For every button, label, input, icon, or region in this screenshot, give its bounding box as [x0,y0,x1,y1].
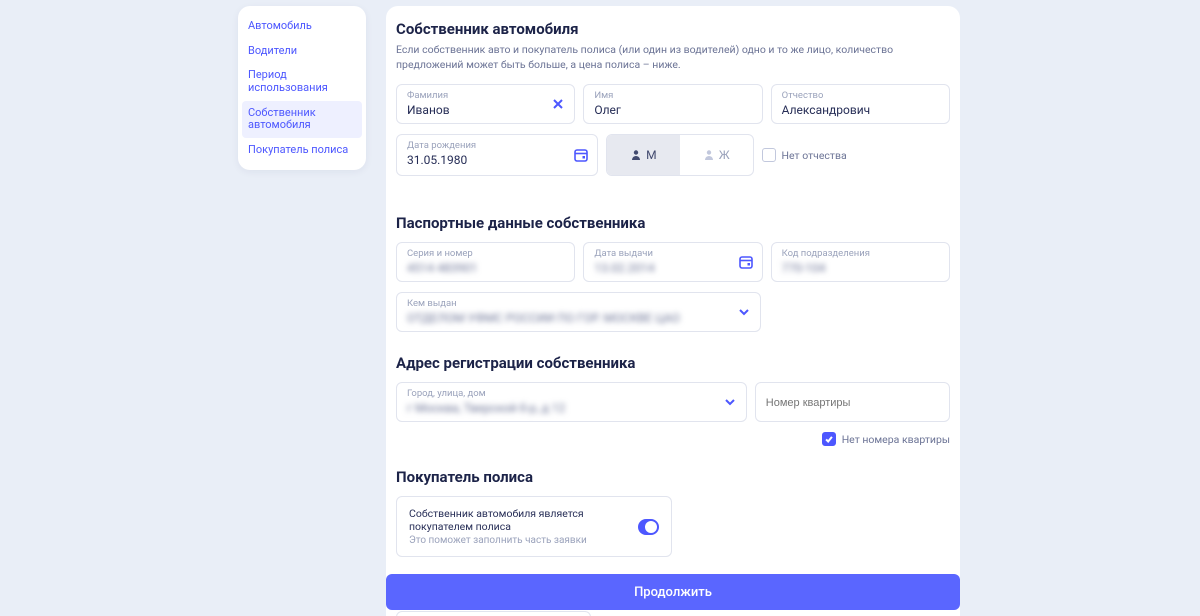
owner-is-buyer-label: Собственник автомобиля является покупате… [409,507,638,533]
street-value: г Москва, Тверской б-р, д 12 [407,400,736,417]
passport-series-label: Серия и номер [407,249,564,259]
street-field[interactable]: Город, улица, дом г Москва, Тверской б-р… [396,382,747,422]
passport-dept-field[interactable]: Код подразделения 770-104 [771,242,950,282]
gender-female-label: Ж [719,148,730,162]
passport-date-label: Дата выдачи [594,249,751,259]
owner-is-buyer-help: Это поможет заполнить часть заявки [409,535,638,546]
owner-is-buyer-toggle-card: Собственник автомобиля является покупате… [396,496,672,557]
chevron-down-icon[interactable] [736,304,752,320]
apartment-field[interactable] [755,382,950,422]
no-patronymic-wrap: Нет отчества [762,134,950,176]
passport-series-value: 4514 483901 [407,260,564,277]
patronymic-value: Александрович [782,102,939,119]
passport-title: Паспортные данные собственника [396,214,950,232]
passport-issued-by-label: Кем выдан [407,299,750,309]
female-icon [703,149,715,161]
continue-button[interactable]: Продолжить [386,574,960,610]
main-form: Собственник автомобиля Если собственник … [386,6,960,616]
no-patronymic-checkbox[interactable]: Нет отчества [762,148,847,162]
sidebar-item-period[interactable]: Период использования [238,63,366,100]
no-apartment-checkbox[interactable]: Нет номера квартиры [822,432,950,446]
last-name-label: Фамилия [407,91,564,101]
passport-date-field[interactable]: Дата выдачи 13.02.2014 [583,242,762,282]
checkbox-checked-icon [822,432,836,446]
first-name-field[interactable]: Имя Олег [583,84,762,124]
buyer-title: Покупатель полиса [396,468,950,486]
birth-date-label: Дата рождения [407,141,587,151]
last-name-field[interactable]: Фамилия Иванов [396,84,575,124]
first-name-label: Имя [594,91,751,101]
sidebar-item-car[interactable]: Автомобиль [238,14,366,39]
passport-dept-label: Код подразделения [782,249,939,259]
chevron-down-icon[interactable] [722,394,738,410]
gender-toggle: М Ж [606,134,754,176]
passport-date-value: 13.02.2014 [594,260,751,277]
birth-date-field[interactable]: Дата рождения 31.05.1980 [396,134,598,176]
clear-icon[interactable] [550,96,566,112]
email-field[interactable]: E-mail ivanov.oleg1980@example.com [396,611,591,616]
passport-issued-by-field[interactable]: Кем выдан ОТДЕЛОМ УФМС РОССИИ ПО ГОР. МО… [396,292,761,332]
owner-subtitle: Если собственник авто и покупатель полис… [396,42,950,72]
patronymic-field[interactable]: Отчество Александрович [771,84,950,124]
gender-male-button[interactable]: М [607,135,680,175]
address-title: Адрес регистрации собственника [396,354,950,372]
birth-date-value: 31.05.1980 [407,152,587,169]
owner-is-buyer-switch[interactable] [638,519,659,535]
passport-series-field[interactable]: Серия и номер 4514 483901 [396,242,575,282]
patronymic-label: Отчество [782,91,939,101]
no-patronymic-label: Нет отчества [782,149,847,162]
gender-male-label: М [646,148,656,162]
calendar-icon[interactable] [573,147,589,163]
last-name-value: Иванов [407,102,564,119]
street-label: Город, улица, дом [407,389,736,399]
no-apartment-label: Нет номера квартиры [842,433,950,446]
passport-issued-by-value: ОТДЕЛОМ УФМС РОССИИ ПО ГОР. МОСКВЕ ЦАО [407,310,750,327]
first-name-value: Олег [594,102,751,119]
gender-female-button[interactable]: Ж [680,135,753,175]
male-icon [630,149,642,161]
apartment-input[interactable] [766,397,939,409]
owner-title: Собственник автомобиля [396,20,950,38]
sidebar-item-owner[interactable]: Собственник автомобиля [242,101,362,138]
checkbox-icon [762,148,776,162]
passport-dept-value: 770-104 [782,260,939,277]
sidebar-item-buyer[interactable]: Покупатель полиса [238,138,366,163]
calendar-icon[interactable] [738,254,754,270]
sidebar: Автомобиль Водители Период использования… [238,6,366,170]
sidebar-item-drivers[interactable]: Водители [238,39,366,64]
